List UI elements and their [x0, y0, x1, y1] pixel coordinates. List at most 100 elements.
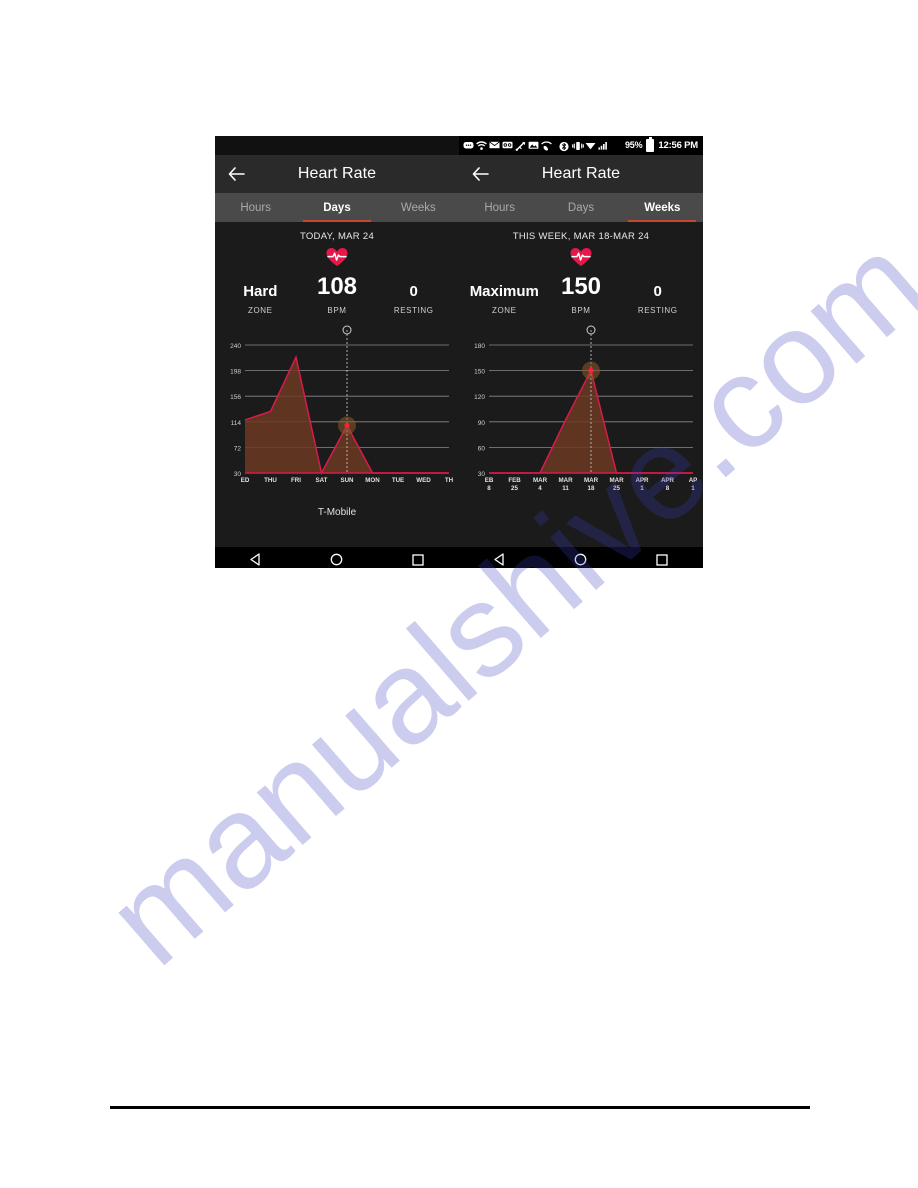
x-axis-tick-label: SUN	[340, 477, 354, 484]
envelope-icon	[489, 140, 500, 151]
page-title: Heart Rate	[541, 165, 621, 182]
stat-resting-label: RESTING	[393, 306, 434, 315]
nav-recents-button[interactable]	[645, 547, 679, 568]
chart-marker-dot	[588, 368, 594, 374]
heart-pulse-icon	[459, 247, 703, 267]
stat-bpm: 108 BPM	[300, 273, 375, 316]
status-bar-notification-icons	[463, 140, 552, 151]
x-axis-tick-label: 11	[562, 485, 569, 492]
recents-square-icon	[412, 553, 424, 566]
status-bar: 95% 12:56 PM	[459, 136, 703, 155]
x-axis-tick-label: 4	[538, 485, 542, 492]
stat-bpm-value: 150	[560, 273, 602, 300]
stat-zone-value: Hard	[243, 283, 278, 300]
tab-weeks[interactable]: Weeks	[622, 193, 703, 222]
tab-bar: Hours Days Weeks	[215, 193, 459, 222]
heart-rate-content: THIS WEEK, MAR 18-MAR 24 Maximum ZONE 15…	[459, 222, 703, 547]
y-axis-tick-label: 156	[230, 394, 241, 401]
stat-bpm-label: BPM	[327, 306, 347, 315]
x-axis-tick-label: AP	[689, 477, 698, 484]
stat-bpm: 150 BPM	[544, 273, 619, 316]
y-axis-tick-label: 60	[478, 445, 486, 452]
tab-weeks[interactable]: Weeks	[378, 193, 459, 222]
x-axis-tick-label: EB	[485, 477, 494, 484]
stat-zone-value: Maximum	[469, 283, 539, 300]
nav-back-button[interactable]	[239, 547, 273, 568]
heart-rate-content: TODAY, MAR 24 Hard ZONE 108 BPM 0 RESTIN…	[215, 222, 459, 547]
x-axis-tick-label: TH	[445, 477, 454, 484]
heart-pulse-icon	[215, 247, 459, 267]
x-axis-tick-label: 18	[588, 485, 595, 492]
x-axis-tick-label: 25	[511, 485, 518, 492]
image-icon	[528, 141, 539, 151]
x-axis-tick-label: MAR	[609, 477, 624, 484]
y-axis-tick-label: 240	[230, 343, 241, 350]
vibrate-icon	[572, 141, 584, 151]
x-axis-tick-label: MAR	[533, 477, 548, 484]
home-circle-icon	[331, 553, 343, 566]
home-circle-icon	[575, 553, 587, 566]
y-axis-tick-label: 72	[234, 445, 242, 452]
phone-screenshot-left: Heart Rate Hours Days Weeks TODAY, MAR 2…	[215, 136, 459, 568]
x-axis-tick-label: MAR	[584, 477, 599, 484]
app-bar: Heart Rate	[459, 155, 703, 193]
date-header: THIS WEEK, MAR 18-MAR 24	[512, 231, 650, 242]
x-axis-tick-label: MAR	[558, 477, 573, 484]
nav-recents-button[interactable]	[401, 547, 435, 568]
y-axis-tick-label: 90	[478, 420, 486, 427]
stat-zone-label: ZONE	[491, 306, 517, 315]
nav-home-button[interactable]	[564, 547, 598, 568]
stat-bpm-label: BPM	[571, 306, 591, 315]
page-horizontal-rule	[110, 1106, 810, 1109]
nav-home-button[interactable]	[320, 547, 354, 568]
back-triangle-icon	[250, 553, 260, 566]
phone-screenshot-right: 95% 12:56 PM Heart Rate Hours Days Weeks…	[459, 136, 703, 568]
stat-zone: Maximum ZONE	[465, 284, 544, 315]
y-axis-tick-label: 114	[231, 420, 242, 427]
chart-marker-dot	[344, 422, 350, 429]
carrier-label: T-Mobile	[317, 507, 357, 518]
voicemail-icon	[502, 141, 513, 151]
x-axis-tick-label: APR	[635, 477, 649, 484]
x-axis-tick-label: 8	[666, 485, 670, 492]
android-nav-bar	[459, 547, 703, 568]
tab-hours[interactable]: Hours	[459, 193, 540, 222]
stat-zone: Hard ZONE	[221, 284, 300, 315]
stat-resting: 0 RESTING	[618, 284, 697, 315]
usb-icon	[515, 141, 526, 151]
y-axis-tick-label: 198	[230, 369, 241, 376]
x-axis-tick-label: TUE	[392, 477, 404, 484]
date-header: TODAY, MAR 24	[299, 231, 375, 242]
x-axis-tick-label: SAT	[316, 477, 328, 484]
x-axis-tick-label: 1	[691, 485, 695, 492]
stat-bpm-value: 108	[316, 273, 358, 300]
stat-zone-label: ZONE	[247, 306, 273, 315]
stat-resting-label: RESTING	[637, 306, 678, 315]
stats-row: Hard ZONE 108 BPM 0 RESTING	[215, 273, 459, 316]
stat-resting: 0 RESTING	[374, 284, 453, 315]
wifi-icon	[585, 141, 596, 151]
tab-hours[interactable]: Hours	[215, 193, 296, 222]
status-bar-system-icons	[559, 141, 608, 151]
y-axis-tick-label: 120	[474, 394, 485, 401]
nav-back-button[interactable]	[483, 547, 517, 568]
battery-icon	[646, 137, 655, 152]
x-axis-tick-label: FRI	[291, 477, 301, 484]
x-axis-tick-label: FEB	[508, 477, 521, 484]
stat-resting-value: 0	[653, 283, 662, 300]
stats-row: Maximum ZONE 150 BPM 0 RESTING	[459, 273, 703, 316]
page-title: Heart Rate	[297, 165, 377, 182]
recents-square-icon	[656, 553, 668, 566]
heart-rate-chart-left[interactable]: 240 198 156 114 72 30 ED THU FRI SAT SUN MON TUE WED T…	[215, 321, 459, 518]
tab-days[interactable]: Days	[296, 193, 377, 222]
heart-rate-chart-right[interactable]: 180 150 120 90 60 30 EB 8 FEB 25 MAR 4 MAR 11 MAR 18 MAR…	[459, 321, 703, 516]
battery-percent: 95%	[624, 140, 643, 150]
app-bar: Heart Rate	[215, 155, 459, 193]
stat-resting-value: 0	[409, 283, 418, 300]
wifi-calling-icon	[476, 140, 487, 151]
x-axis-tick-label: 8	[487, 485, 491, 492]
bluetooth-icon	[559, 141, 569, 151]
y-axis-tick-label: 150	[474, 369, 485, 376]
tab-days[interactable]: Days	[540, 193, 621, 222]
status-bar-clock: 12:56 PM	[658, 139, 698, 151]
